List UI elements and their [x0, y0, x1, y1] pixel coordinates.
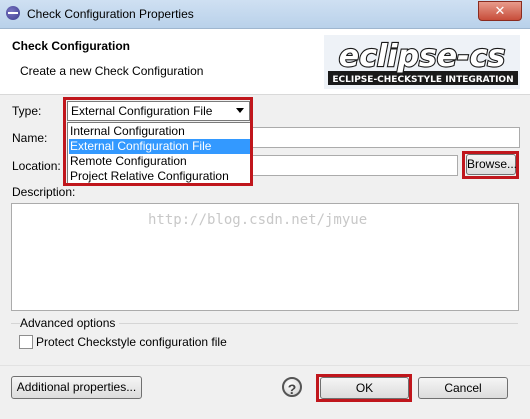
header-subtitle: Create a new Check Configuration [20, 64, 204, 78]
watermark-text: http://blog.csdn.net/jmyue [148, 212, 368, 228]
cancel-button[interactable]: Cancel [418, 377, 508, 399]
annotation-ok-highlight [316, 374, 412, 402]
dialog-header: Check Configuration Create a new Check C… [0, 29, 530, 95]
type-label: Type: [12, 104, 42, 118]
window-title: Check Configuration Properties [27, 7, 194, 21]
title-bar: Check Configuration Properties ✕ [0, 0, 530, 29]
eclipse-app-icon [6, 6, 20, 20]
name-input[interactable] [252, 127, 520, 148]
footer-divider [0, 365, 530, 366]
name-label: Name: [12, 131, 48, 145]
protect-config-label: Protect Checkstyle configuration file [36, 335, 227, 349]
location-label: Location: [12, 159, 61, 173]
additional-properties-button[interactable]: Additional properties... [11, 376, 142, 399]
logo-sub-text: ECLIPSE-CHECKSTYLE INTEGRATION [332, 75, 513, 85]
location-input[interactable] [252, 155, 458, 176]
annotation-browse-highlight [462, 151, 519, 179]
protect-config-checkbox[interactable] [19, 335, 33, 349]
description-label: Description: [12, 185, 76, 199]
header-title: Check Configuration [12, 39, 131, 53]
eclipse-cs-logo: eclipse-cs ECLIPSE-CHECKSTYLE INTEGRATIO… [324, 35, 520, 89]
annotation-type-highlight [63, 97, 253, 186]
advanced-options-legend: Advanced options [20, 316, 120, 330]
help-icon[interactable]: ? [282, 377, 302, 397]
logo-main-text: eclipse-cs [339, 39, 505, 74]
close-button[interactable]: ✕ [478, 1, 522, 21]
